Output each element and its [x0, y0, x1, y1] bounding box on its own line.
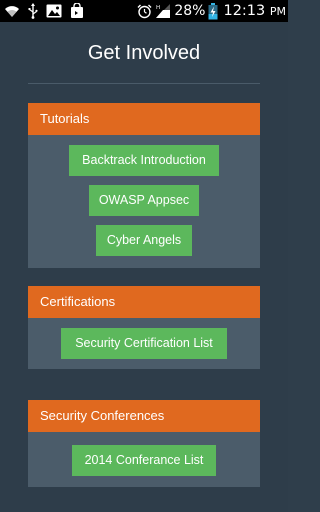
- section-header-certifications: Certifications: [28, 286, 260, 318]
- shopping-bag-icon: [70, 3, 84, 19]
- battery-charging-icon: [208, 2, 218, 20]
- clock: 12:13 PM: [223, 3, 286, 19]
- clock-suffix: PM: [269, 5, 286, 18]
- cyber-angels-button[interactable]: Cyber Angels: [96, 225, 192, 256]
- section-body-tutorials: Backtrack Introduction OWASP Appsec Cybe…: [28, 135, 260, 268]
- section-body-security-conferences: 2014 Conferance List: [28, 432, 260, 487]
- battery-percentage: 28%: [174, 3, 206, 19]
- notification-icons: [4, 3, 84, 19]
- section-header-tutorials: Tutorials: [28, 103, 260, 135]
- alarm-icon: [137, 4, 152, 19]
- image-icon: [46, 4, 62, 18]
- svg-text:H: H: [156, 5, 160, 11]
- title-divider: [28, 83, 260, 84]
- section-body-certifications: Security Certification List: [28, 318, 260, 369]
- section-certifications: Certifications Security Certification Li…: [28, 286, 260, 369]
- conference-list-button[interactable]: 2014 Conferance List: [72, 445, 216, 476]
- owasp-appsec-button[interactable]: OWASP Appsec: [89, 185, 199, 216]
- section-tutorials: Tutorials Backtrack Introduction OWASP A…: [28, 103, 260, 268]
- status-bar: H 28% 12:13 PM: [0, 0, 288, 22]
- main-content: Get Involved Tutorials Backtrack Introdu…: [0, 22, 288, 512]
- backtrack-introduction-button[interactable]: Backtrack Introduction: [69, 145, 219, 176]
- system-icons: H 28% 12:13 PM: [137, 2, 286, 20]
- page-title: Get Involved: [87, 42, 201, 64]
- clock-time: 12:13: [223, 3, 266, 19]
- wifi-icon: [4, 4, 20, 18]
- section-header-security-conferences: Security Conferences: [28, 400, 260, 432]
- security-certification-list-button[interactable]: Security Certification List: [61, 328, 227, 359]
- section-security-conferences: Security Conferences 2014 Conferance Lis…: [28, 400, 260, 487]
- signal-icon: H: [155, 3, 171, 19]
- usb-icon: [28, 3, 38, 19]
